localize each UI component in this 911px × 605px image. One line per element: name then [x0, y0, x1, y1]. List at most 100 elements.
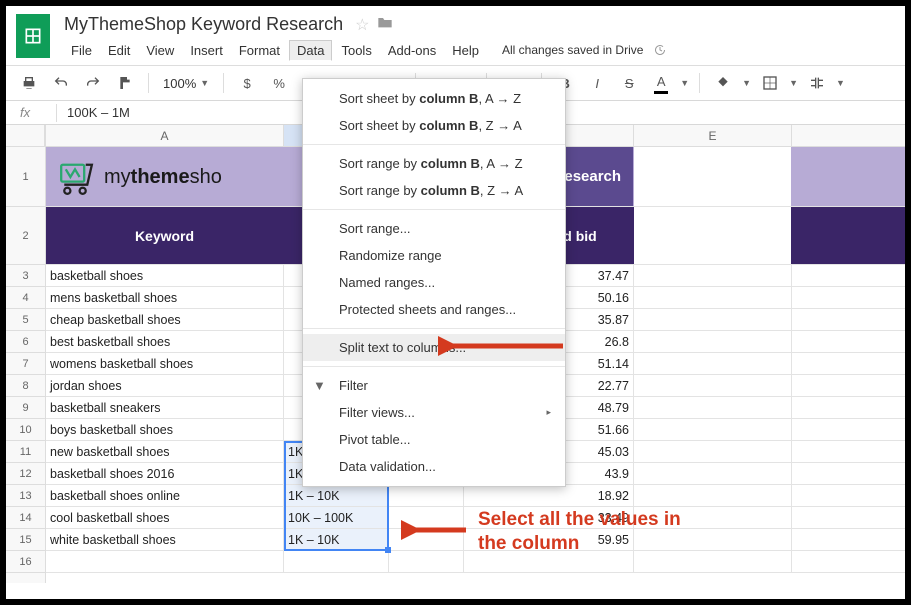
fill-color-button[interactable]	[710, 70, 736, 96]
menu-split-text-to-columns[interactable]: Split text to columns...	[303, 334, 565, 361]
cell[interactable]: 1K – 10K	[284, 529, 389, 550]
star-icon[interactable]: ☆	[355, 15, 369, 35]
row-header[interactable]: 13	[6, 485, 45, 507]
row-header[interactable]: 1	[6, 147, 45, 207]
cell[interactable]	[634, 353, 792, 374]
menu-sort-range-az[interactable]: Sort range by column B, A → Z	[303, 150, 565, 177]
cell[interactable]	[634, 441, 792, 462]
cell[interactable]	[284, 551, 389, 572]
menu-sort-range-za[interactable]: Sort range by column B, Z → A	[303, 177, 565, 204]
menu-file[interactable]: File	[64, 41, 99, 60]
menu-named-ranges[interactable]: Named ranges...	[303, 269, 565, 296]
text-color-caret[interactable]: ▼	[680, 78, 689, 88]
zoom-select[interactable]: 100%▼	[159, 76, 213, 91]
cell[interactable]: 59.95	[464, 529, 634, 550]
cell[interactable]: basketball shoes	[46, 265, 284, 286]
cell[interactable]	[634, 551, 792, 572]
borders-button[interactable]	[757, 70, 783, 96]
format-currency[interactable]: $	[234, 70, 260, 96]
row-header[interactable]: 6	[6, 331, 45, 353]
cell[interactable]	[389, 507, 464, 528]
cell[interactable]: cheap basketball shoes	[46, 309, 284, 330]
menu-help[interactable]: Help	[445, 41, 486, 60]
menu-sort-range[interactable]: Sort range...	[303, 215, 565, 242]
row-header[interactable]: 2	[6, 207, 45, 265]
cell[interactable]: cool basketball shoes	[46, 507, 284, 528]
cell[interactable]	[464, 551, 634, 572]
menu-sort-sheet-az[interactable]: Sort sheet by column B, A → Z	[303, 85, 565, 112]
menu-addons[interactable]: Add-ons	[381, 41, 443, 60]
redo-icon[interactable]	[80, 70, 106, 96]
row-header[interactable]: 9	[6, 397, 45, 419]
menu-data-validation[interactable]: Data validation...	[303, 453, 565, 480]
row-header[interactable]: 4	[6, 287, 45, 309]
row-header[interactable]: 12	[6, 463, 45, 485]
row-header[interactable]: 14	[6, 507, 45, 529]
cell[interactable]	[389, 529, 464, 550]
menu-pivot-table[interactable]: Pivot table...	[303, 426, 565, 453]
cell[interactable]	[634, 419, 792, 440]
row-header[interactable]: 5	[6, 309, 45, 331]
menu-format[interactable]: Format	[232, 41, 287, 60]
italic-button[interactable]: I	[584, 70, 610, 96]
formula-bar[interactable]: 100K – 1M	[67, 105, 130, 120]
cell[interactable]	[634, 529, 792, 550]
cell[interactable]: basketball shoes online	[46, 485, 284, 506]
cell[interactable]	[634, 375, 792, 396]
print-icon[interactable]	[16, 70, 42, 96]
cell[interactable]: best basketball shoes	[46, 331, 284, 352]
menu-filter[interactable]: ▼Filter	[303, 372, 565, 399]
cell[interactable]	[634, 265, 792, 286]
cell[interactable]	[389, 485, 464, 506]
menu-view[interactable]: View	[139, 41, 181, 60]
cell[interactable]: basketball shoes 2016	[46, 463, 284, 484]
col-header-e[interactable]: E	[634, 125, 792, 146]
col-header-a[interactable]: A	[46, 125, 284, 146]
cell[interactable]: new basketball shoes	[46, 441, 284, 462]
cell[interactable]	[46, 551, 284, 572]
borders-caret[interactable]: ▼	[789, 78, 798, 88]
cell[interactable]: womens basketball shoes	[46, 353, 284, 374]
row-header[interactable]: 15	[6, 529, 45, 551]
merge-button[interactable]	[804, 70, 830, 96]
menu-randomize[interactable]: Randomize range	[303, 242, 565, 269]
row-header[interactable]: 11	[6, 441, 45, 463]
strikethrough-button[interactable]: S	[616, 70, 642, 96]
cell[interactable]: basketball sneakers	[46, 397, 284, 418]
menu-insert[interactable]: Insert	[183, 41, 230, 60]
row-header[interactable]: 10	[6, 419, 45, 441]
undo-icon[interactable]	[48, 70, 74, 96]
menu-tools[interactable]: Tools	[334, 41, 378, 60]
cell[interactable]	[634, 507, 792, 528]
row-header[interactable]: 7	[6, 353, 45, 375]
sheets-logo[interactable]	[16, 14, 50, 58]
cell[interactable]	[634, 287, 792, 308]
cell[interactable]: jordan shoes	[46, 375, 284, 396]
cell[interactable]	[634, 463, 792, 484]
cell[interactable]: white basketball shoes	[46, 529, 284, 550]
cell[interactable]: 10K – 100K	[284, 507, 389, 528]
menu-filter-views[interactable]: Filter views...▸	[303, 399, 565, 426]
cell[interactable]: 1K – 10K	[284, 485, 389, 506]
cell[interactable]: 33.49	[464, 507, 634, 528]
menu-edit[interactable]: Edit	[101, 41, 137, 60]
row-header[interactable]: 3	[6, 265, 45, 287]
row-header[interactable]: 16	[6, 551, 45, 573]
cell[interactable]	[634, 331, 792, 352]
cell[interactable]: mens basketball shoes	[46, 287, 284, 308]
cell[interactable]	[634, 485, 792, 506]
cell[interactable]	[389, 551, 464, 572]
merge-caret[interactable]: ▼	[836, 78, 845, 88]
menu-data[interactable]: Data	[289, 40, 332, 61]
cell[interactable]	[634, 397, 792, 418]
row-header[interactable]: 8	[6, 375, 45, 397]
format-percent[interactable]: %	[266, 70, 292, 96]
menu-sort-sheet-za[interactable]: Sort sheet by column B, Z → A	[303, 112, 565, 139]
cell[interactable]	[634, 309, 792, 330]
doc-title[interactable]: MyThemeShop Keyword Research	[64, 14, 343, 35]
text-color-button[interactable]: A	[648, 70, 674, 96]
fill-caret[interactable]: ▼	[742, 78, 751, 88]
cell[interactable]: 18.92	[464, 485, 634, 506]
menu-protected-sheets[interactable]: Protected sheets and ranges...	[303, 296, 565, 323]
folder-icon[interactable]	[377, 15, 393, 34]
